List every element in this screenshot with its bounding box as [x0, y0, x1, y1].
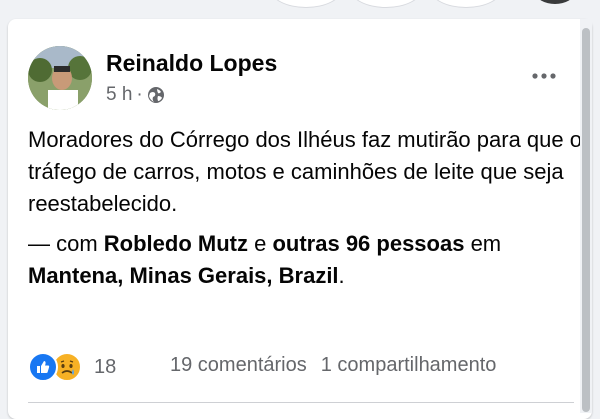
globe-icon[interactable]: [147, 86, 165, 104]
more-options-button[interactable]: [526, 58, 562, 94]
post-body: Moradores do Córrego dos Ilhéus faz muti…: [28, 124, 583, 292]
comments-count[interactable]: 19 comentários: [170, 354, 307, 377]
avatar-image: [28, 46, 92, 110]
tag-mid: e: [248, 231, 273, 256]
reactions-summary[interactable]: 18: [28, 352, 116, 382]
tag-prefix: — com: [28, 231, 104, 256]
post-text: Moradores do Córrego dos Ilhéus faz muti…: [28, 127, 582, 216]
like-icon: [28, 352, 58, 382]
author-avatar[interactable]: [28, 46, 92, 110]
tag-line: — com Robledo Mutz e outras 96 pessoas e…: [28, 228, 583, 292]
location-link[interactable]: Mantena, Minas Gerais, Brazil: [28, 263, 339, 288]
tag-end: .: [338, 263, 345, 288]
post-time[interactable]: 5 h: [106, 84, 132, 106]
divider: [28, 402, 574, 403]
shares-count[interactable]: 1 compartilhamento: [321, 354, 497, 377]
author-name[interactable]: Reinaldo Lopes: [106, 50, 277, 77]
story-circle[interactable]: [350, 0, 422, 8]
more-icon: [532, 73, 556, 79]
tag-at: em: [464, 231, 502, 256]
tagged-others-link[interactable]: outras 96 pessoas: [272, 231, 464, 256]
top-strip: [0, 0, 600, 20]
story-circle[interactable]: [270, 0, 342, 8]
reaction-count: 18: [94, 355, 117, 378]
engagement-stats: 19 comentários 1 compartilhamento: [170, 354, 496, 377]
meta-separator: ·: [136, 84, 143, 105]
tagged-person-link[interactable]: Robledo Mutz: [104, 231, 248, 256]
story-avatar[interactable]: [536, 0, 574, 4]
story-circle[interactable]: [430, 0, 502, 8]
scrollbar-thumb[interactable]: [582, 28, 590, 412]
post-meta: 5 h ·: [106, 84, 165, 106]
